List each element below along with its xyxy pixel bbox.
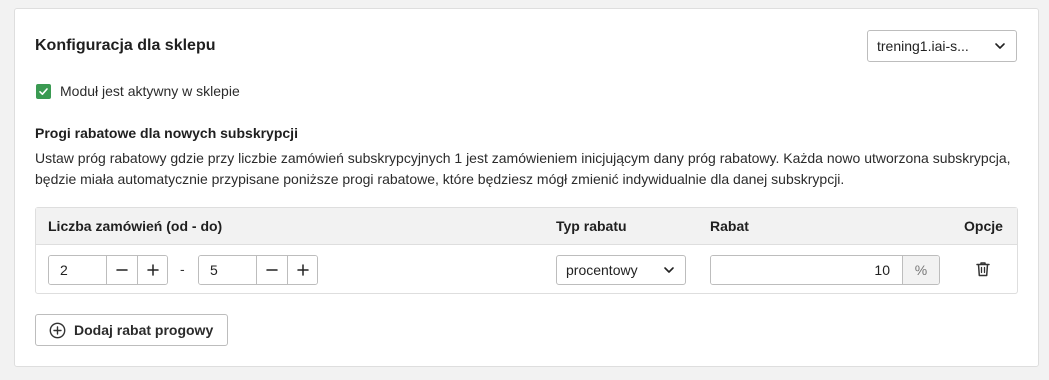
orders-from-stepper[interactable]: 2	[48, 255, 168, 285]
discount-input-group[interactable]: 10 %	[710, 255, 940, 285]
minus-icon	[266, 269, 278, 271]
orders-from-increment-button[interactable]	[137, 256, 167, 284]
table-row: 2 - 5 procentowy 10 %	[36, 245, 1017, 293]
orders-from-input[interactable]: 2	[49, 256, 107, 284]
trash-icon[interactable]	[974, 260, 992, 278]
store-select-value: trening1.iai-s...	[877, 38, 969, 54]
orders-to-increment-button[interactable]	[287, 256, 317, 284]
check-icon	[39, 87, 48, 95]
column-orders: Liczba zamówień (od - do)	[48, 218, 223, 234]
orders-to-stepper[interactable]: 5	[198, 255, 318, 285]
discount-thresholds-table: Liczba zamówień (od - do) Typ rabatu Rab…	[35, 207, 1018, 294]
store-config-card: Konfiguracja dla sklepu trening1.iai-s..…	[14, 8, 1039, 367]
minus-icon	[116, 269, 128, 271]
store-select[interactable]: trening1.iai-s...	[867, 30, 1017, 62]
orders-from-decrement-button[interactable]	[107, 256, 137, 284]
plus-icon	[146, 264, 159, 276]
section-title: Progi rabatowe dla nowych subskrypcji	[35, 125, 298, 141]
column-discount: Rabat	[710, 218, 749, 234]
column-options: Opcje	[964, 218, 1003, 234]
module-active-toggle[interactable]: Moduł jest aktywny w sklepie	[36, 83, 240, 99]
module-active-checkbox[interactable]	[36, 83, 51, 99]
column-type: Typ rabatu	[556, 218, 627, 234]
chevron-down-icon	[995, 43, 1005, 49]
discount-unit-addon: %	[902, 256, 939, 284]
add-discount-threshold-button[interactable]: Dodaj rabat progowy	[35, 314, 228, 346]
section-description: Ustaw próg rabatowy gdzie przy liczbie z…	[35, 150, 1011, 187]
range-separator: -	[180, 261, 185, 277]
discount-type-value: procentowy	[566, 262, 638, 278]
add-discount-threshold-label: Dodaj rabat progowy	[74, 322, 214, 338]
orders-to-decrement-button[interactable]	[257, 256, 287, 284]
chevron-down-icon	[664, 267, 674, 273]
plus-icon	[296, 264, 309, 276]
module-active-label: Moduł jest aktywny w sklepie	[60, 83, 240, 99]
discount-value-input[interactable]: 10	[711, 256, 902, 284]
page-title: Konfiguracja dla sklepu	[35, 37, 216, 54]
orders-to-input[interactable]: 5	[199, 256, 257, 284]
table-header: Liczba zamówień (od - do) Typ rabatu Rab…	[36, 208, 1017, 245]
plus-circle-icon	[49, 322, 66, 338]
discount-type-select[interactable]: procentowy	[556, 255, 686, 285]
